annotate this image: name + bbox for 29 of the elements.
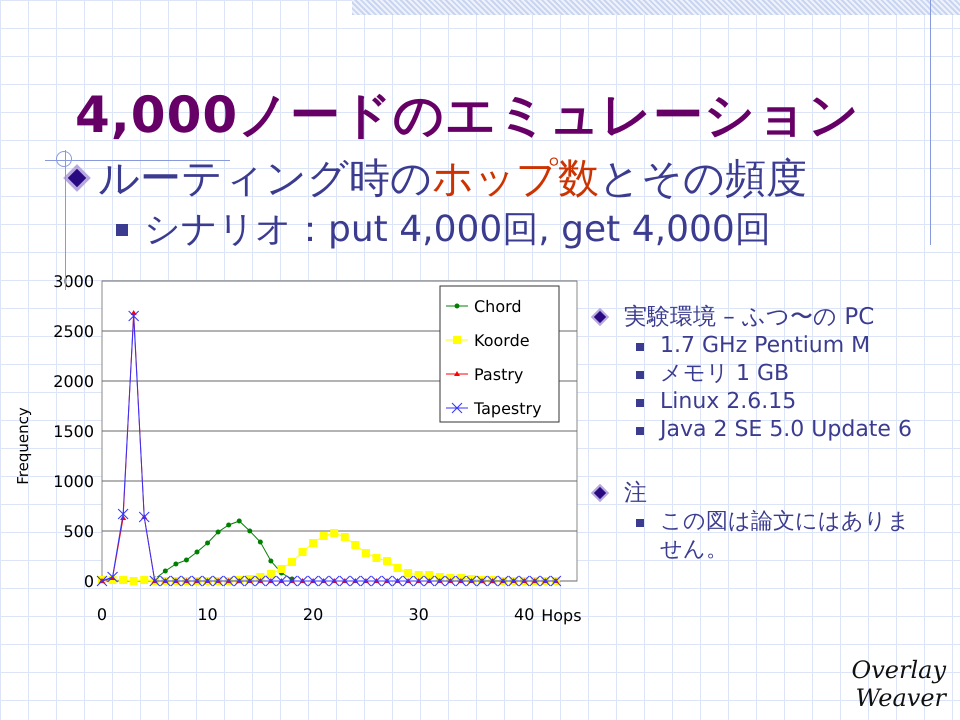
logo-text: Overlay: [852, 656, 946, 684]
note-item: 1.7 GHz Pentium M: [660, 332, 872, 360]
note-heading: 実験環境 – ふつ〜の PC: [624, 303, 874, 332]
x-tick-label: 20: [302, 605, 324, 624]
x-tick-label: 40: [514, 605, 534, 624]
legend-label: Tapestry: [474, 399, 542, 418]
y-tick-label: 0: [84, 572, 94, 591]
note-item: Java 2 SE 5.0 Update 6: [660, 416, 913, 444]
y-tick-label: 1500: [53, 422, 94, 441]
x-tick-label: 30: [408, 605, 429, 624]
logo-text: Weaver: [856, 684, 946, 712]
y-tick-label: 2000: [53, 372, 94, 391]
note-item: この図は論文にはありません。: [660, 508, 911, 564]
x-tick-label: 10: [197, 605, 218, 624]
slide-title: 4,000ノードのエミュレーション: [75, 85, 862, 146]
note-item: Linux 2.6.15: [660, 388, 798, 416]
y-tick-label: 1000: [53, 472, 94, 491]
x-axis-label: Hops: [541, 606, 582, 625]
legend-label: Chord: [474, 297, 522, 316]
y-axis-label: Frequency: [14, 407, 32, 485]
x-tick-label: 0: [96, 605, 108, 624]
bullet-text: シナリオ：put 4,000回, get 4,000回: [144, 208, 771, 252]
bullet-heading: ルーティング時のホップ数とその頻度: [98, 153, 807, 204]
y-tick-label: 500: [63, 522, 94, 541]
legend-label: Pastry: [474, 365, 524, 384]
legend-label: Koorde: [474, 331, 530, 350]
note-heading: 注: [624, 479, 647, 508]
note-item: メモリ 1 GB: [660, 360, 790, 388]
y-tick-label: 2500: [53, 322, 94, 341]
